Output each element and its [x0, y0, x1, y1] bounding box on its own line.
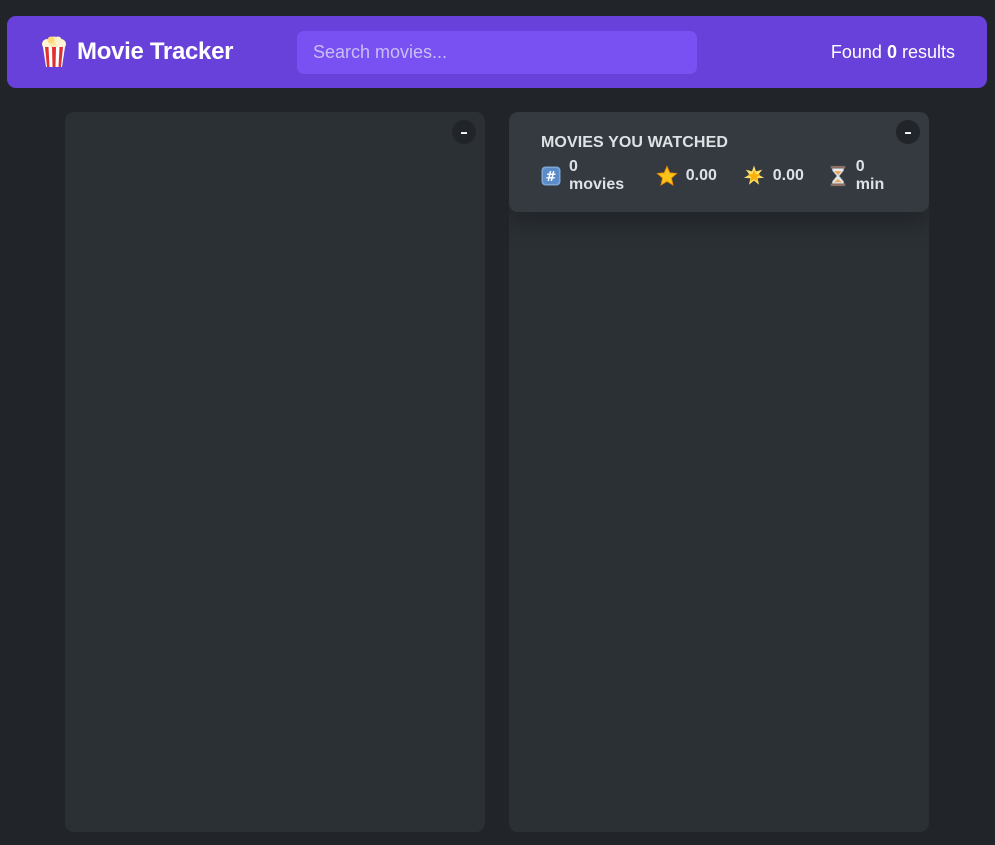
stat-runtime: 0 min: [828, 158, 897, 194]
search-results-panel: [65, 112, 485, 832]
stat-movies-count: # 0 movies: [541, 158, 656, 194]
popcorn-icon: [39, 36, 69, 68]
watched-panel: Movies you watched # 0 movies: [509, 112, 929, 832]
hourglass-icon: [828, 165, 848, 187]
svg-text:#: #: [546, 170, 557, 185]
stat-imdb-rating: 0.00: [655, 165, 743, 187]
avg-user-rating: 0.00: [772, 167, 804, 184]
star-icon: [655, 165, 678, 187]
movies-unit: movies: [569, 176, 625, 193]
app-title: Movie Tracker: [77, 38, 234, 65]
results-suffix: results: [896, 41, 955, 62]
summary-title: Movies you watched: [541, 134, 729, 151]
results-count-text: Found 0 results: [831, 42, 955, 63]
glowing-star-icon: [743, 165, 765, 187]
watched-summary: Movies you watched # 0 movies: [509, 112, 929, 212]
movies-count: 0: [569, 158, 578, 175]
logo: Movie Tracker: [39, 36, 297, 68]
search-input[interactable]: [297, 30, 697, 74]
collapse-results-button[interactable]: –: [452, 120, 476, 144]
summary-stats: # 0 movies 0.00 0.00 0 min: [541, 158, 897, 194]
avg-runtime: 0: [855, 158, 865, 175]
results-count: 0: [886, 41, 897, 62]
runtime-unit: min: [855, 176, 885, 193]
results-prefix: Found: [830, 41, 887, 62]
stat-user-rating: 0.00: [743, 165, 828, 187]
hash-icon: #: [541, 166, 561, 186]
collapse-watched-button[interactable]: –: [896, 120, 920, 144]
avg-imdb-rating: 0.00: [685, 167, 717, 184]
nav-bar: Movie Tracker Found 0 results: [7, 16, 987, 88]
